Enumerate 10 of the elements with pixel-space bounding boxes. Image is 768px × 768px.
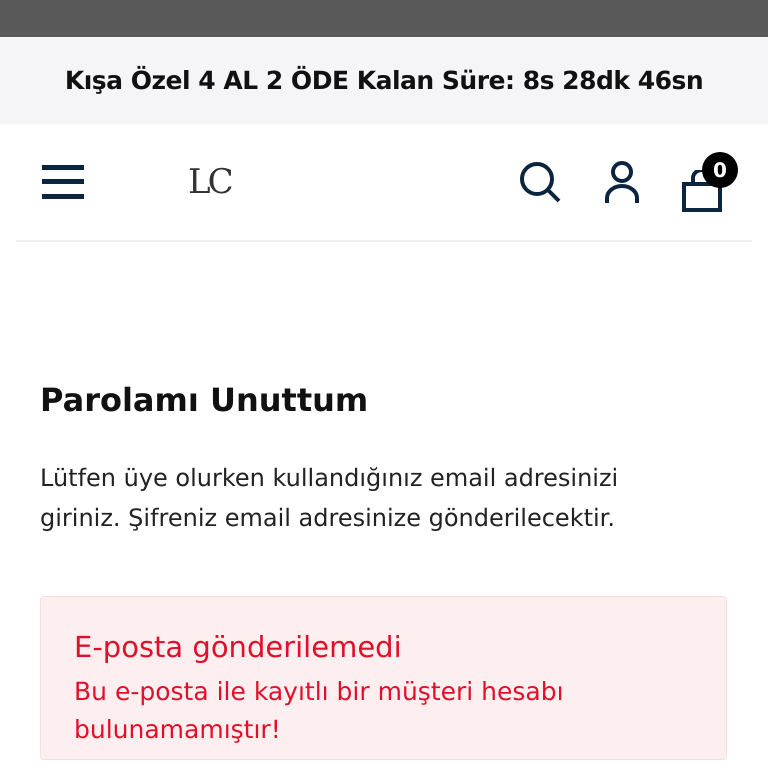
page-title: Parolamı Unuttum (40, 380, 370, 420)
cart-count-badge: 0 (702, 152, 738, 188)
user-icon[interactable] (604, 160, 640, 204)
alert-title: E-posta gönderilemedi (74, 629, 403, 666)
announcement-text: Kışa Özel 4 AL 2 ÖDE Kalan Süre: 8s 28dk 46sn (64, 64, 704, 97)
page-description: Lütfen üye olurken kullandığınız email adresinizi giriniz. Şifreniz email adresinize gönderilecektir. (40, 463, 620, 534)
alert-message: Bu e-posta ile kayıtlı bir müşteri hesabı bulunamamıştır! (74, 676, 565, 746)
search-icon[interactable] (518, 160, 562, 204)
menu-icon[interactable] (42, 165, 84, 199)
logo[interactable]: LC (188, 156, 231, 208)
